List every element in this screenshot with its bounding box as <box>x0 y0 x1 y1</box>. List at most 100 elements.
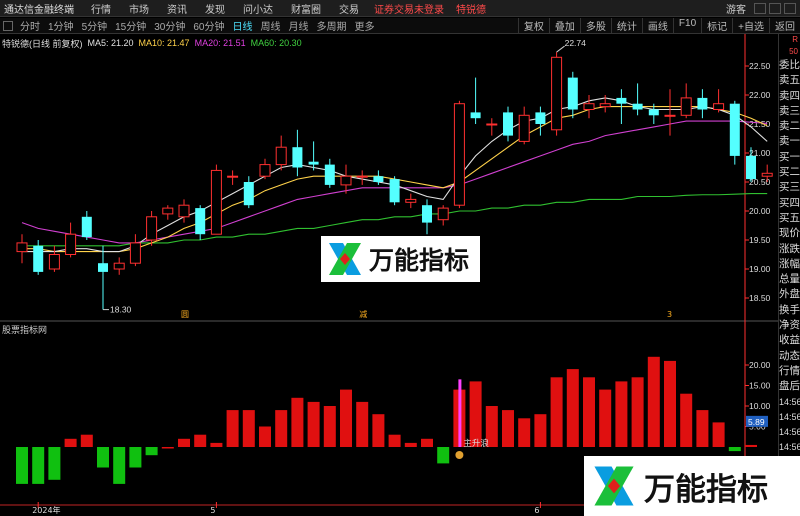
multi-stock-button[interactable]: 多股 <box>579 18 611 33</box>
menu-item-wealth[interactable]: 财富圈 <box>282 1 330 16</box>
legend-ma10: MA10: 21.47 <box>138 38 190 48</box>
ind-bar-up <box>421 438 433 447</box>
close-icon[interactable] <box>784 2 796 14</box>
sidebar-item[interactable]: 买一 <box>779 150 800 165</box>
candle-body-down <box>567 77 578 110</box>
ind-bar-up <box>275 410 288 447</box>
candle-body-up <box>680 97 692 116</box>
sidebar-item[interactable]: 14:56 <box>779 440 800 455</box>
ind-bar-up <box>680 393 693 447</box>
sidebar-item[interactable]: 14:56 <box>779 395 800 410</box>
y-tick-label: 22.00 <box>749 90 771 100</box>
y-tick-label: 18.50 <box>749 293 771 303</box>
x-tick-label: 2024年 <box>32 505 60 515</box>
sidebar-item[interactable]: 收益 <box>779 333 800 348</box>
period-tab[interactable]: 30分钟 <box>150 18 189 33</box>
login-status[interactable]: 证券交易未登录 <box>368 1 450 16</box>
sidebar-item[interactable]: 换手 <box>779 303 800 318</box>
x-marker: 减 <box>359 309 367 319</box>
sidebar-item[interactable]: 委比 <box>779 58 800 73</box>
minimize-icon[interactable] <box>754 2 766 14</box>
candle-body-down <box>535 112 546 124</box>
sidebar-item[interactable]: 卖四 <box>779 89 800 104</box>
period-tab[interactable]: 多周期 <box>313 18 351 33</box>
sidebar-item[interactable]: 盘后 <box>779 379 800 394</box>
ind-bar-up <box>550 377 563 447</box>
ma5-line <box>22 97 768 253</box>
back-button[interactable]: 返回 <box>769 18 800 33</box>
period-tab[interactable]: 1分钟 <box>44 18 78 33</box>
sidebar-item[interactable]: 涨跌 <box>779 242 800 257</box>
x-tick-label: 6 <box>534 506 539 515</box>
candle-body-up <box>227 175 239 178</box>
sidebar-item[interactable]: 买五 <box>779 211 800 226</box>
menu-item-news[interactable]: 资讯 <box>158 1 196 16</box>
legend-ma60: MA60: 20.30 <box>250 38 302 48</box>
ind-bar-up <box>161 447 174 449</box>
sidebar-item[interactable]: 涨幅 <box>779 257 800 272</box>
period-tab[interactable]: 5分钟 <box>78 18 112 33</box>
sidebar-item[interactable]: 14:56 <box>779 410 800 425</box>
stats-button[interactable]: 统计 <box>610 18 642 33</box>
menu-item-quotes[interactable]: 行情 <box>82 1 120 16</box>
sidebar-item[interactable]: 买四 <box>779 196 800 211</box>
period-tab[interactable]: 分时 <box>16 18 44 33</box>
add-watchlist-button[interactable]: +自选 <box>732 18 769 33</box>
candle-body-up <box>599 103 611 108</box>
period-tab[interactable]: 更多 <box>351 18 379 33</box>
overlay-button[interactable]: 叠加 <box>548 18 580 33</box>
ind-bar-down <box>16 447 28 484</box>
layout-icon[interactable] <box>3 20 13 31</box>
sidebar-item[interactable]: 现价 <box>779 226 800 241</box>
candle-body-up <box>178 204 190 218</box>
sidebar-item[interactable]: 动态 <box>779 349 800 364</box>
candle-body-up <box>453 103 465 206</box>
low-annotation: 18.30 <box>110 305 132 315</box>
candle-body-down <box>746 155 756 180</box>
candle-body-up <box>65 233 77 255</box>
maximize-icon[interactable] <box>769 2 781 14</box>
ind-bar-down <box>48 447 61 480</box>
candle-body-up <box>146 216 158 241</box>
y-tick-label: 20.00 <box>749 206 771 216</box>
ind-bar-up <box>664 360 676 447</box>
candle-body-up <box>210 169 222 235</box>
sidebar-item[interactable]: 14:56 <box>779 425 800 440</box>
period-tab[interactable]: 15分钟 <box>111 18 150 33</box>
mark-button[interactable]: 标记 <box>701 18 732 33</box>
sidebar-item[interactable]: 行情 <box>779 364 800 379</box>
watermark-badge-large: 万能指标 <box>584 456 800 516</box>
candle-body-down <box>81 216 92 238</box>
logo-icon <box>329 243 361 275</box>
sidebar-item[interactable]: 买二 <box>779 165 800 180</box>
sidebar-item[interactable]: 买三 <box>779 180 800 195</box>
menu-item-market[interactable]: 市场 <box>120 1 158 16</box>
period-tab-active[interactable]: 日线 <box>229 18 257 33</box>
guest-label[interactable]: 游客 <box>726 1 754 16</box>
ind-bar-up <box>583 377 595 447</box>
candle-body-up <box>713 103 725 110</box>
sidebar-item[interactable]: 总量 <box>779 272 800 287</box>
period-tab[interactable]: 月线 <box>285 18 313 33</box>
ind-bar-up <box>469 381 482 447</box>
candle-body-up <box>486 123 498 126</box>
candle-body-up <box>518 114 530 142</box>
adjust-button[interactable]: 复权 <box>517 18 549 33</box>
sidebar-item[interactable]: 卖三 <box>779 104 800 119</box>
menu-item-discover[interactable]: 发现 <box>196 1 234 16</box>
ind-bar-up <box>210 442 223 447</box>
menu-item-ask[interactable]: 问小达 <box>234 1 282 16</box>
sidebar-item[interactable]: 外盘 <box>779 287 800 302</box>
ind-bar-up <box>404 442 417 447</box>
sidebar-item[interactable]: 卖一 <box>779 134 800 149</box>
x-marker: 圆 <box>181 310 189 319</box>
f10-button[interactable]: F10 <box>672 18 701 33</box>
period-tab[interactable]: 周线 <box>257 18 285 33</box>
sidebar-item[interactable]: 净资 <box>779 318 800 333</box>
sidebar-item[interactable]: 卖五 <box>779 73 800 88</box>
draw-button[interactable]: 画线 <box>641 18 673 33</box>
menu-item-trade[interactable]: 交易 <box>330 1 368 16</box>
candle-body-down <box>195 208 206 235</box>
sidebar-item[interactable]: 卖二 <box>779 119 800 134</box>
period-tab[interactable]: 60分钟 <box>189 18 228 33</box>
